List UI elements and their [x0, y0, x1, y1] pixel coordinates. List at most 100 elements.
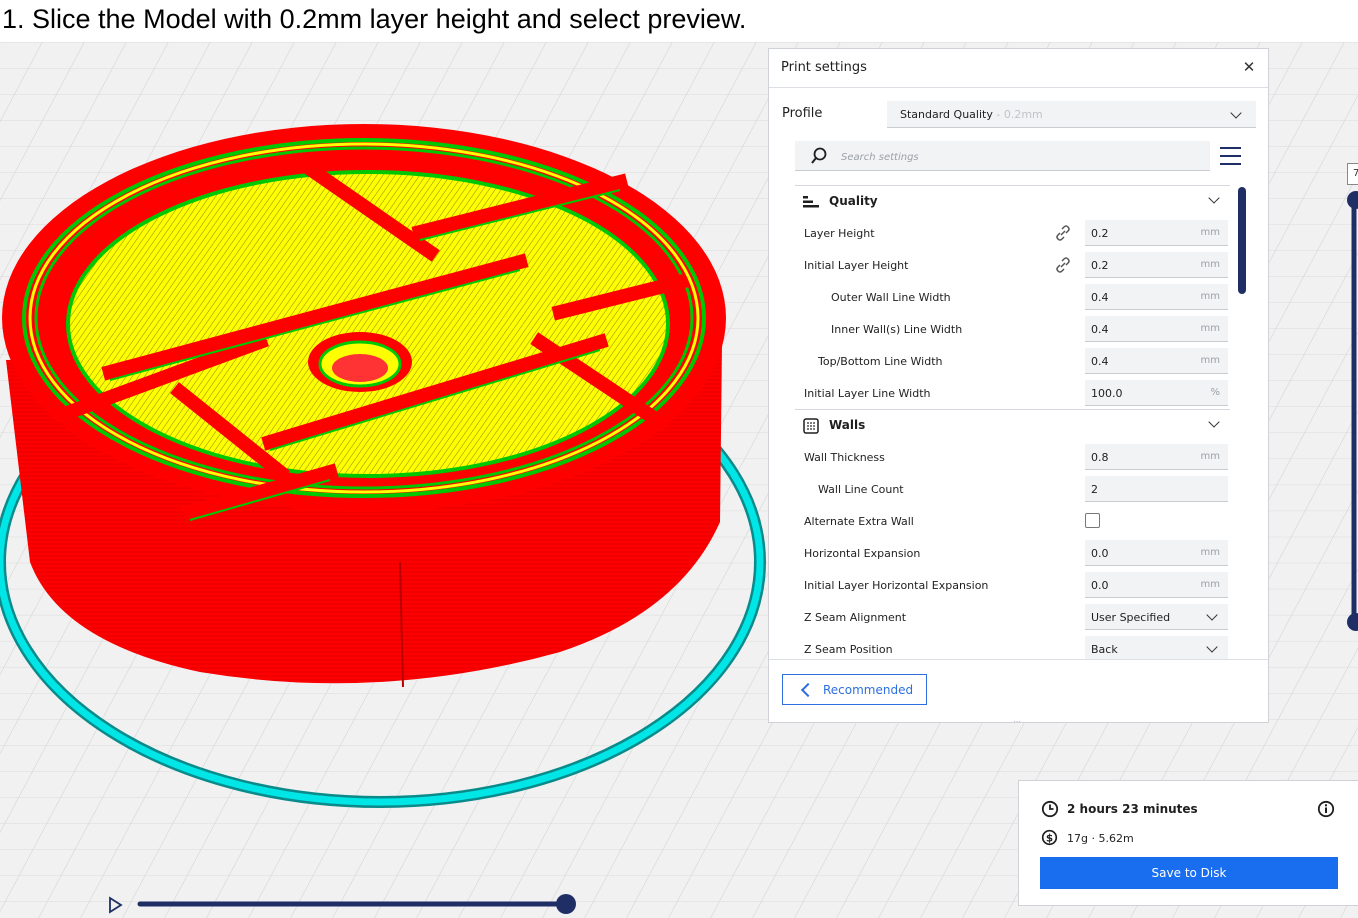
setting-label: Initial Layer Line Width: [804, 387, 931, 400]
setting-value: 0.8: [1091, 451, 1109, 464]
setting-label: Wall Thickness: [804, 451, 885, 464]
setting-initial-layer-line-width: Initial Layer Line Width 100.0 %: [795, 377, 1230, 409]
setting-label: Z Seam Alignment: [804, 611, 907, 624]
profile-layer-height: - 0.2mm: [992, 108, 1043, 121]
category-walls[interactable]: Walls: [795, 409, 1230, 441]
z-seam-alignment-dropdown[interactable]: User Specified: [1085, 604, 1228, 630]
panel-title: Print settings: [781, 60, 867, 75]
chevron-down-icon: [1230, 107, 1242, 119]
outer-wall-line-width-input[interactable]: 0.4 mm: [1085, 284, 1228, 310]
print-time: 2 hours 23 minutes: [1067, 802, 1198, 816]
alternate-extra-wall-checkbox[interactable]: [1085, 513, 1100, 528]
profile-label: Profile: [782, 106, 823, 121]
profile-dropdown[interactable]: Standard Quality - 0.2mm: [887, 101, 1256, 128]
clock-icon: [1041, 800, 1059, 818]
profile-value: Standard Quality: [900, 108, 993, 121]
setting-value: 0.0: [1091, 579, 1109, 592]
setting-layer-height: Layer Height 0.2 mm: [795, 217, 1230, 249]
instruction-text: 1. Slice the Model with 0.2mm layer heig…: [2, 4, 747, 34]
setting-label: Layer Height: [804, 227, 875, 240]
chevron-down-icon: [1206, 609, 1218, 621]
setting-inner-wall-line-width: Inner Wall(s) Line Width 0.4 mm: [795, 313, 1230, 345]
link-icon[interactable]: [1054, 256, 1072, 274]
setting-top-bottom-line-width: Top/Bottom Line Width 0.4 mm: [795, 345, 1230, 377]
link-icon[interactable]: [1054, 224, 1072, 242]
setting-label: Horizontal Expansion: [804, 547, 921, 560]
setting-value: 2: [1091, 483, 1098, 496]
info-icon[interactable]: [1317, 800, 1335, 818]
panel-footer: Recommended ⋯: [769, 659, 1268, 726]
horizontal-expansion-input[interactable]: 0.0 mm: [1085, 540, 1228, 566]
setting-unit: mm: [1200, 451, 1220, 462]
print-estimate-panel: 2 hours 23 minutes $ 17g · 5.62m Save to…: [1018, 780, 1358, 906]
print-settings-panel: Print settings ✕ Profile Standard Qualit…: [768, 48, 1269, 726]
layer-number-box[interactable]: 7: [1347, 163, 1358, 185]
setting-unit: mm: [1200, 547, 1220, 558]
setting-label: Outer Wall Line Width: [831, 291, 951, 304]
inner-wall-line-width-input[interactable]: 0.4 mm: [1085, 316, 1228, 342]
setting-value: 0.2: [1091, 259, 1109, 272]
setting-unit: mm: [1200, 227, 1220, 238]
setting-wall-line-count: Wall Line Count 2: [795, 473, 1230, 505]
chevron-down-icon[interactable]: [1208, 192, 1220, 204]
setting-label: Top/Bottom Line Width: [818, 355, 943, 368]
chevron-left-icon: [800, 682, 816, 698]
setting-unit: mm: [1200, 355, 1220, 366]
svg-text:$: $: [1046, 832, 1053, 844]
chevron-down-icon[interactable]: [1208, 416, 1220, 428]
wall-thickness-input[interactable]: 0.8 mm: [1085, 444, 1228, 470]
recommended-button[interactable]: Recommended: [782, 674, 927, 705]
setting-label: Wall Line Count: [818, 483, 904, 496]
setting-outer-wall-line-width: Outer Wall Line Width 0.4 mm: [795, 281, 1230, 313]
save-to-disk-button[interactable]: Save to Disk: [1040, 857, 1338, 889]
setting-value: 0.4: [1091, 291, 1109, 304]
close-icon[interactable]: ✕: [1240, 58, 1258, 76]
setting-z-seam-alignment: Z Seam Alignment User Specified: [795, 601, 1230, 633]
setting-value: 0.0: [1091, 547, 1109, 560]
setting-label: Z Seam Position: [804, 643, 893, 656]
setting-value: 0.4: [1091, 355, 1109, 368]
setting-unit: mm: [1200, 259, 1220, 270]
material-usage: 17g · 5.62m: [1067, 832, 1134, 845]
setting-unit: mm: [1200, 579, 1220, 590]
setting-wall-thickness: Wall Thickness 0.8 mm: [795, 441, 1230, 473]
setting-label: Initial Layer Horizontal Expansion: [804, 579, 989, 592]
setting-value: 100.0: [1091, 387, 1123, 400]
setting-label: Initial Layer Height: [804, 259, 909, 272]
wall-line-count-input[interactable]: 2: [1085, 476, 1228, 502]
quality-icon: [803, 196, 819, 208]
setting-value: User Specified: [1091, 611, 1171, 624]
search-settings-field[interactable]: [795, 141, 1210, 171]
category-title: Walls: [829, 418, 866, 432]
initial-layer-height-input[interactable]: 0.2 mm: [1085, 252, 1228, 278]
setting-label: Alternate Extra Wall: [804, 515, 914, 528]
settings-list[interactable]: Quality Layer Height 0.2 mm Initial Laye…: [795, 185, 1230, 659]
setting-unit: %: [1210, 387, 1220, 398]
setting-value: 0.4: [1091, 323, 1109, 336]
setting-alternate-extra-wall: Alternate Extra Wall: [795, 505, 1230, 537]
setting-label: Inner Wall(s) Line Width: [831, 323, 963, 336]
recommended-label: Recommended: [823, 683, 914, 697]
walls-grid-icon: [803, 418, 819, 434]
setting-initial-layer-horizontal-expansion: Initial Layer Horizontal Expansion 0.0 m…: [795, 569, 1230, 601]
search-icon: [811, 147, 827, 164]
search-input[interactable]: [839, 147, 1193, 167]
settings-visibility-menu-icon[interactable]: [1220, 145, 1242, 167]
z-seam-position-dropdown[interactable]: Back: [1085, 636, 1228, 659]
setting-initial-layer-height: Initial Layer Height 0.2 mm: [795, 249, 1230, 281]
category-quality[interactable]: Quality: [795, 185, 1230, 217]
chevron-down-icon: [1206, 641, 1218, 653]
layer-height-input[interactable]: 0.2 mm: [1085, 220, 1228, 246]
initial-layer-horizontal-expansion-input[interactable]: 0.0 mm: [1085, 572, 1228, 598]
settings-scrollbar[interactable]: [1238, 187, 1246, 294]
setting-value: 0.2: [1091, 227, 1109, 240]
material-spool-icon: $: [1041, 829, 1058, 846]
setting-value: Back: [1091, 643, 1118, 656]
resize-grip-icon[interactable]: ⋯: [1013, 717, 1022, 726]
setting-z-seam-position: Z Seam Position Back: [795, 633, 1230, 659]
setting-horizontal-expansion: Horizontal Expansion 0.0 mm: [795, 537, 1230, 569]
setting-unit: mm: [1200, 323, 1220, 334]
top-bottom-line-width-input[interactable]: 0.4 mm: [1085, 348, 1228, 374]
initial-layer-line-width-input[interactable]: 100.0 %: [1085, 380, 1228, 406]
category-title: Quality: [829, 194, 878, 208]
